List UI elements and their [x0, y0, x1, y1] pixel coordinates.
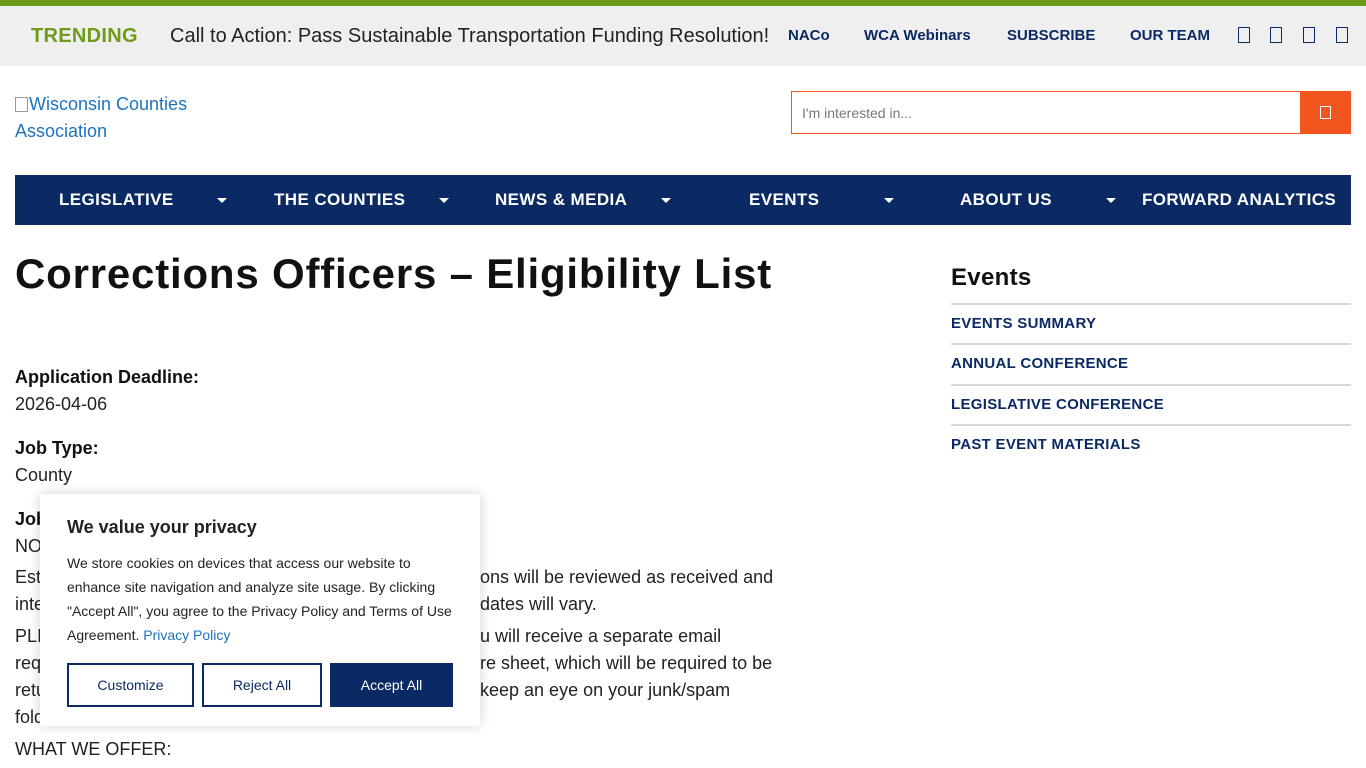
- accept-all-button[interactable]: Accept All: [330, 663, 453, 707]
- nav-item-forward-analytics[interactable]: FORWARD ANALYTICS: [1142, 175, 1336, 225]
- search-input[interactable]: [791, 91, 1301, 134]
- chevron-down-icon[interactable]: [661, 198, 671, 203]
- divider: [951, 343, 1351, 345]
- search-icon: [1320, 106, 1331, 119]
- sidebar-title: Events: [951, 264, 1032, 291]
- privacy-policy-link[interactable]: Privacy Policy: [143, 627, 230, 643]
- deadline-value: 2026-04-06: [15, 394, 108, 414]
- wca-webinars-link[interactable]: WCA Webinars: [864, 27, 971, 44]
- cookie-text: We store cookies on devices that access …: [67, 555, 452, 643]
- divider: [951, 303, 1351, 305]
- main-nav: LEGISLATIVE THE COUNTIES NEWS & MEDIA EV…: [15, 175, 1351, 225]
- sidebar-link-events-summary[interactable]: EVENTS SUMMARY: [951, 315, 1096, 332]
- trending-headline-link[interactable]: Call to Action: Pass Sustainable Transpo…: [170, 25, 769, 48]
- trending-label: TRENDING: [31, 25, 138, 47]
- nav-item-the-counties[interactable]: THE COUNTIES: [274, 175, 405, 225]
- divider: [951, 384, 1351, 386]
- nav-item-legislative[interactable]: LEGISLATIVE: [59, 175, 174, 225]
- paragraph-text: PLI: [15, 626, 43, 646]
- site-logo[interactable]: Wisconsin Counties Association: [15, 91, 215, 145]
- search-button[interactable]: [1300, 91, 1351, 134]
- social-icon[interactable]: [1238, 27, 1250, 43]
- paragraph-text: re sheet, which will be required to be: [480, 653, 773, 673]
- sidebar-link-annual-conference[interactable]: ANNUAL CONFERENCE: [951, 355, 1128, 372]
- chevron-down-icon[interactable]: [884, 198, 894, 203]
- job-type-label: Job Type:: [15, 438, 99, 458]
- naco-link[interactable]: NACo: [788, 27, 830, 44]
- broken-image-icon: [15, 97, 28, 112]
- job-field-value: NO: [15, 536, 42, 556]
- paragraph-text: u will receive a separate email: [480, 626, 722, 646]
- paragraph-text: dates will vary.: [480, 594, 597, 614]
- cookie-consent-banner: We value your privacy We store cookies o…: [40, 494, 480, 726]
- nav-item-about-us[interactable]: ABOUT US: [960, 175, 1052, 225]
- social-icon[interactable]: [1270, 27, 1282, 43]
- reject-all-button[interactable]: Reject All: [202, 663, 322, 707]
- social-icon[interactable]: [1303, 27, 1315, 43]
- page-title: Corrections Officers – Eligibility List: [15, 250, 773, 297]
- offer-heading: WHAT WE OFFER:: [15, 739, 172, 759]
- job-type-value: County: [15, 465, 73, 485]
- logo-alt-text: Wisconsin Counties Association: [15, 94, 188, 141]
- sidebar-link-past-event-materials[interactable]: PAST EVENT MATERIALS: [951, 436, 1141, 453]
- cookie-title: We value your privacy: [67, 517, 257, 537]
- our-team-link[interactable]: OUR TEAM: [1130, 27, 1210, 44]
- nav-item-news-media[interactable]: NEWS & MEDIA: [495, 175, 627, 225]
- customize-button[interactable]: Customize: [67, 663, 194, 707]
- social-icon[interactable]: [1336, 27, 1348, 43]
- divider: [951, 424, 1351, 426]
- paragraph-text: req: [15, 653, 42, 673]
- paragraph-text: Est: [15, 567, 42, 587]
- subscribe-link[interactable]: SUBSCRIBE: [1007, 27, 1095, 44]
- paragraph-text: keep an eye on your junk/spam: [480, 680, 731, 700]
- chevron-down-icon[interactable]: [439, 198, 449, 203]
- cookie-description: We store cookies on devices that access …: [67, 551, 459, 647]
- chevron-down-icon[interactable]: [217, 198, 227, 203]
- chevron-down-icon[interactable]: [1106, 198, 1116, 203]
- paragraph-text: ons will be reviewed as received and: [480, 567, 774, 587]
- utility-bar: TRENDING Call to Action: Pass Sustainabl…: [0, 6, 1366, 66]
- sidebar-link-legislative-conference[interactable]: LEGISLATIVE CONFERENCE: [951, 396, 1164, 413]
- deadline-label: Application Deadline:: [15, 367, 200, 387]
- nav-item-events[interactable]: EVENTS: [749, 175, 819, 225]
